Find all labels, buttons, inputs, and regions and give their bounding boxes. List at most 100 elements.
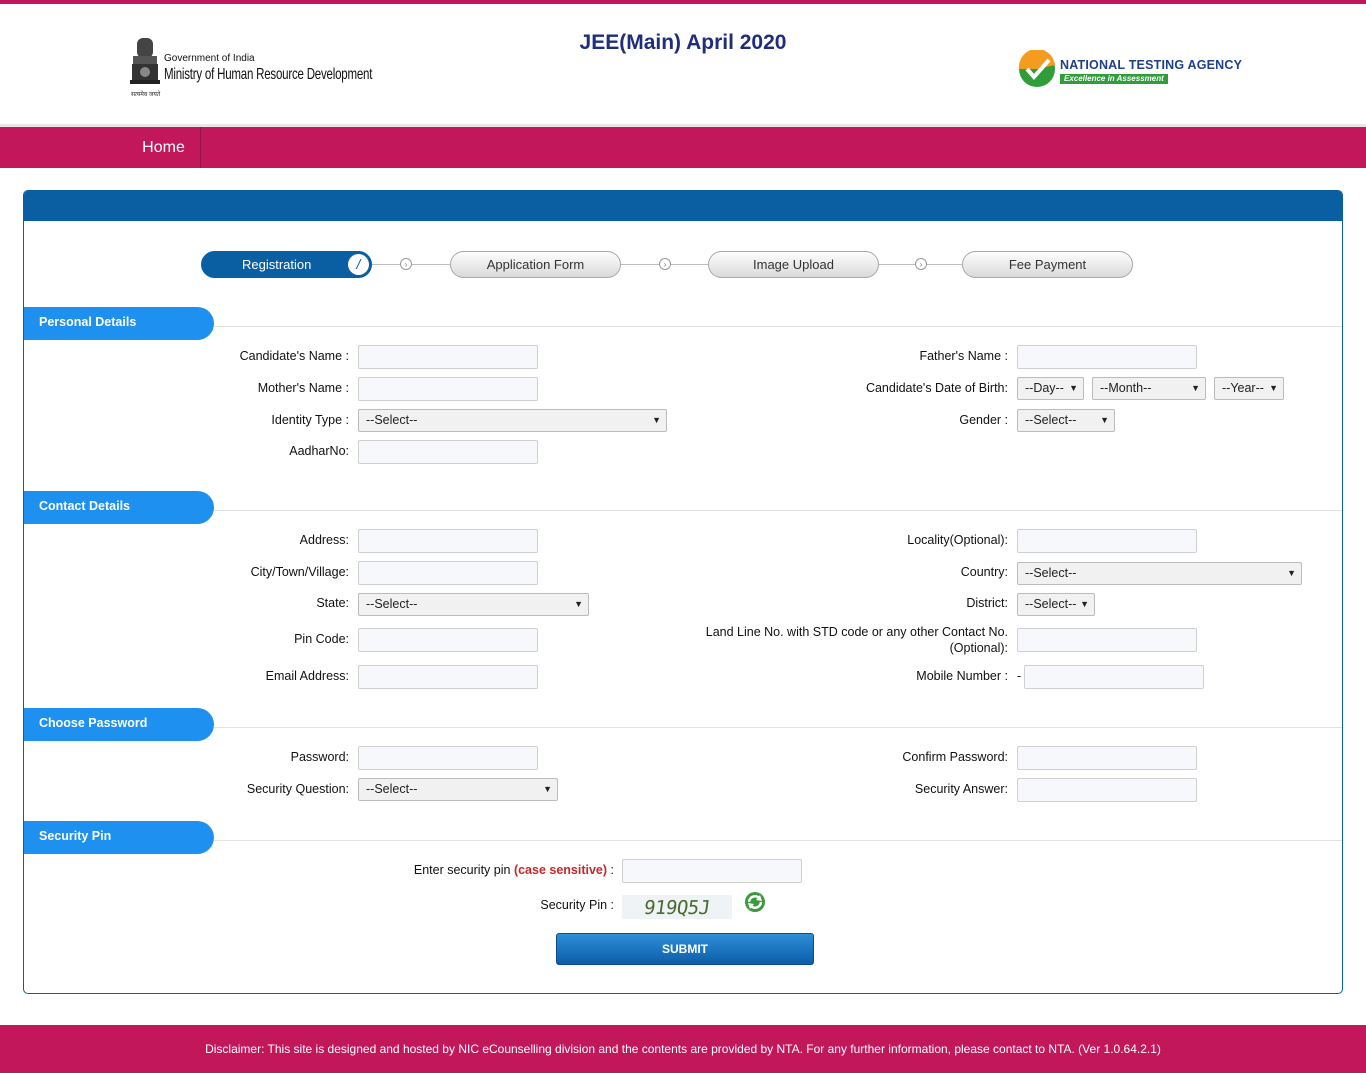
captcha-image: 919Q5J — [622, 895, 732, 919]
city-label: City/Town/Village: — [250, 565, 349, 579]
mobile-prefix: - — [1017, 669, 1022, 683]
chevron-down-icon: ▼ — [574, 599, 583, 609]
dob-year-select[interactable]: --Year-- ▼ — [1214, 377, 1284, 400]
email-input[interactable] — [358, 665, 538, 689]
chevron-down-icon: ▼ — [543, 784, 552, 794]
pin-code-input[interactable] — [358, 628, 538, 652]
candidate-name-label: Candidate's Name : — [239, 349, 349, 363]
chevron-down-icon: ▼ — [1069, 383, 1078, 393]
ministry-name: Ministry of Human Resource Development — [164, 66, 373, 83]
landline-input[interactable] — [1017, 628, 1197, 652]
district-select[interactable]: --Select-- ▼ — [1017, 593, 1095, 616]
select-value: --Select-- — [366, 413, 418, 427]
chevron-right-icon: › — [659, 258, 671, 270]
country-label: Country: — [960, 565, 1008, 579]
confirm-password-label: Confirm Password: — [902, 750, 1008, 764]
landline-label-line2: (Optional): — [949, 641, 1008, 655]
dob-day-select[interactable]: --Day-- ▼ — [1017, 377, 1084, 400]
city-input[interactable] — [358, 561, 538, 585]
pencil-icon: / — [348, 254, 369, 275]
chevron-down-icon: ▼ — [1287, 568, 1296, 578]
nta-logo: NATIONAL TESTING AGENCY Excellence in As… — [1016, 48, 1256, 94]
step-fee-payment[interactable]: Fee Payment — [962, 251, 1133, 278]
select-value: --Select-- — [366, 597, 418, 611]
chevron-right-icon: › — [915, 258, 927, 270]
section-divider — [214, 510, 1342, 511]
footer-disclaimer: Disclaimer: This site is designed and ho… — [0, 1025, 1366, 1073]
address-label: Address: — [299, 533, 349, 547]
section-security-pin: Security Pin — [24, 821, 214, 854]
mother-name-input[interactable] — [358, 377, 538, 401]
step-registration[interactable]: Registration / — [201, 251, 372, 278]
step-application-form[interactable]: Application Form — [450, 251, 621, 278]
nav-home-link[interactable]: Home — [127, 127, 201, 168]
security-answer-input[interactable] — [1017, 778, 1197, 802]
chevron-right-icon: › — [400, 258, 412, 270]
select-value: --Select-- — [366, 782, 418, 796]
enter-pin-label: Enter security pin (case sensitive) : — [414, 863, 614, 877]
candidate-name-input[interactable] — [358, 345, 538, 369]
address-input[interactable] — [358, 529, 538, 553]
identity-type-label: Identity Type : — [271, 413, 349, 427]
identity-type-select[interactable]: --Select-- ▼ — [358, 409, 667, 432]
chevron-down-icon: ▼ — [1191, 383, 1200, 393]
password-input[interactable] — [358, 746, 538, 770]
chevron-down-icon: ▼ — [1269, 383, 1278, 393]
case-sensitive-note: (case sensitive) — [513, 863, 608, 877]
select-value: --Select-- — [1025, 566, 1077, 580]
pin-code-label: Pin Code: — [294, 632, 349, 646]
card-header-bar — [24, 191, 1342, 221]
state-select[interactable]: --Select-- ▼ — [358, 593, 589, 616]
nta-check-icon — [1018, 50, 1055, 87]
mother-name-label: Mother's Name : — [257, 381, 349, 395]
landline-label-line1: Land Line No. with STD code or any other… — [705, 625, 1008, 639]
nta-name: NATIONAL TESTING AGENCY — [1060, 58, 1243, 72]
section-divider — [214, 326, 1342, 327]
mobile-label: Mobile Number : — [916, 669, 1008, 683]
security-question-label: Security Question: — [246, 782, 349, 796]
security-question-select[interactable]: --Select-- ▼ — [358, 778, 558, 801]
security-answer-label: Security Answer: — [914, 782, 1008, 796]
locality-label: Locality(Optional): — [907, 533, 1008, 547]
captcha-text: 919Q5J — [642, 897, 712, 919]
site-header: सत्यमेव जयते Government of India Ministr… — [0, 4, 1366, 124]
main-nav: Home — [0, 124, 1366, 168]
chevron-down-icon: ▼ — [652, 415, 661, 425]
father-name-label: Father's Name : — [919, 349, 1008, 363]
section-divider — [214, 727, 1342, 728]
section-personal-details: Personal Details — [24, 307, 214, 340]
progress-stepper: Registration / › Application Form › Imag… — [24, 251, 1342, 281]
select-value: --Select-- — [1025, 597, 1077, 611]
registration-form-card: Registration / › Application Form › Imag… — [23, 190, 1343, 994]
step-image-upload[interactable]: Image Upload — [708, 251, 879, 278]
district-label: District: — [966, 596, 1008, 610]
security-pin-input[interactable] — [622, 859, 802, 883]
gender-select[interactable]: --Select-- ▼ — [1017, 409, 1115, 432]
select-value: --Select-- — [1025, 413, 1077, 427]
submit-button[interactable]: SUBMIT — [556, 933, 814, 965]
locality-input[interactable] — [1017, 529, 1197, 553]
father-name-input[interactable] — [1017, 345, 1197, 369]
select-value: --Year-- — [1222, 381, 1264, 395]
emblem-motto: सत्यमेव जयते — [131, 92, 161, 98]
enter-pin-text: Enter security pin — [413, 863, 511, 877]
email-label: Email Address: — [265, 669, 349, 683]
password-label: Password: — [290, 750, 349, 764]
section-divider — [214, 840, 1342, 841]
step-label: Registration — [242, 257, 312, 272]
country-select[interactable]: --Select-- ▼ — [1017, 562, 1302, 585]
nta-tagline: Excellence in Assessment — [1060, 74, 1168, 84]
mobile-input[interactable] — [1024, 665, 1204, 689]
select-value: --Month-- — [1100, 381, 1152, 395]
aadhar-input[interactable] — [358, 440, 538, 464]
landline-label: Land Line No. with STD code or any other… — [706, 624, 1008, 656]
refresh-icon[interactable] — [744, 891, 766, 913]
section-contact-details: Contact Details — [24, 491, 214, 524]
chevron-down-icon: ▼ — [1100, 415, 1109, 425]
select-value: --Day-- — [1025, 381, 1064, 395]
dob-label: Candidate's Date of Birth: — [865, 381, 1008, 395]
gender-label: Gender : — [959, 413, 1008, 427]
enter-pin-colon: : — [607, 863, 614, 877]
dob-month-select[interactable]: --Month-- ▼ — [1092, 377, 1206, 400]
confirm-password-input[interactable] — [1017, 746, 1197, 770]
